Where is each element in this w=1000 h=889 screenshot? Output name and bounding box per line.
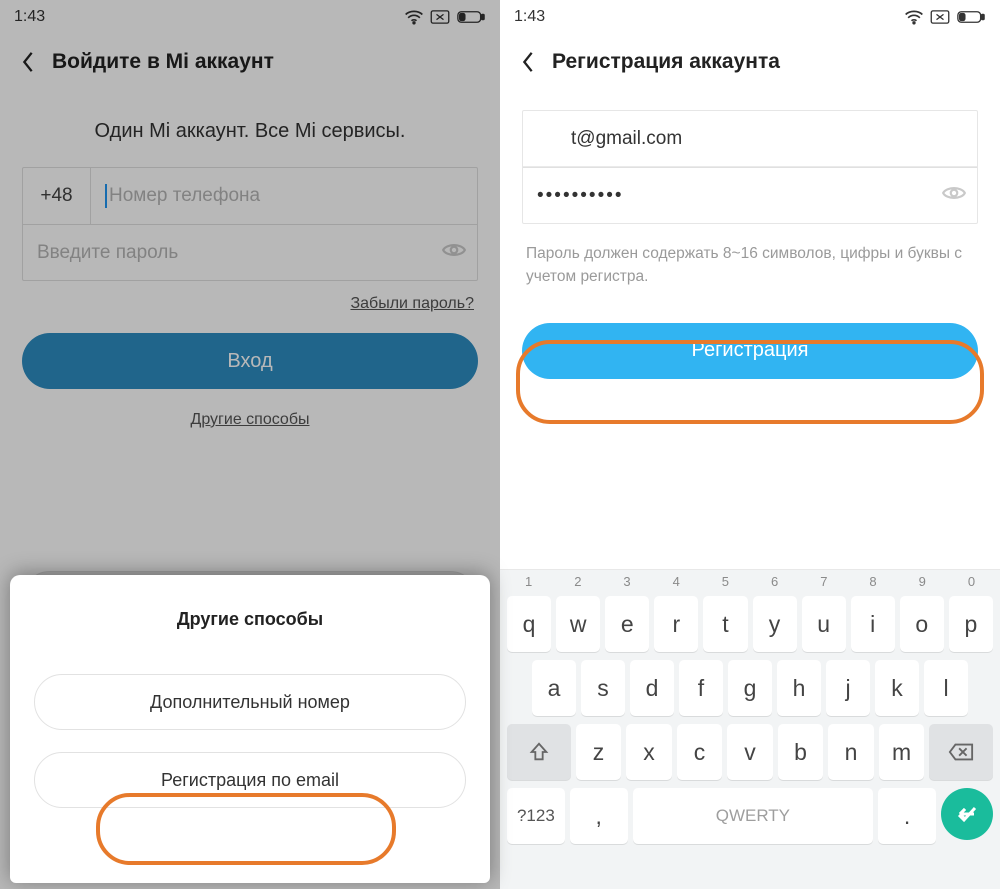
eye-icon[interactable] [431,240,477,265]
key-y[interactable]: y [753,596,797,652]
password-hint: Пароль должен содержать 8~16 символов, ц… [526,242,974,289]
key-b[interactable]: b [778,724,824,780]
key-o[interactable]: o [900,596,944,652]
login-form: +48 [22,167,478,281]
key-comma[interactable]: , [570,788,628,844]
key-v[interactable]: v [727,724,773,780]
key-q[interactable]: q [507,596,551,652]
header: Регистрация аккаунта [500,34,1000,90]
back-icon[interactable] [514,48,542,76]
phone-input[interactable] [107,185,477,207]
battery-icon [456,10,486,24]
key-r[interactable]: r [654,596,698,652]
key-symbols[interactable]: ?123 [507,788,565,844]
key-x[interactable]: x [626,724,672,780]
key-w[interactable]: w [556,596,600,652]
key-p[interactable]: p [949,596,993,652]
header: Войдите в Mi аккаунт [0,34,500,90]
back-icon[interactable] [14,48,42,76]
wifi-icon [904,9,924,25]
page-title: Регистрация аккаунта [552,50,780,74]
page-title: Войдите в Mi аккаунт [52,50,274,74]
key-g[interactable]: g [728,660,772,716]
keyboard: 1234567890 q w e r t y u i o p a s d f g… [500,569,1000,889]
key-backspace[interactable] [929,724,993,780]
wifi-icon [404,9,424,25]
battery-icon [956,10,986,24]
key-k[interactable]: k [875,660,919,716]
text-cursor [105,184,107,208]
key-z[interactable]: z [576,724,622,780]
sheet-option-email[interactable]: Регистрация по email [34,752,466,808]
bottom-sheet: Другие способы Дополнительный номер Реги… [10,575,490,883]
key-h[interactable]: h [777,660,821,716]
key-space[interactable]: QWERTY [633,788,874,844]
status-bar: 1:43 [500,0,1000,34]
keyboard-number-hints: 1234567890 [504,574,996,596]
key-shift[interactable] [507,724,571,780]
key-i[interactable]: i [851,596,895,652]
register-button[interactable]: Регистрация [522,323,978,379]
key-f[interactable]: f [679,660,723,716]
key-enter[interactable] [941,788,993,840]
sheet-title: Другие способы [34,609,466,630]
key-u[interactable]: u [802,596,846,652]
eye-icon[interactable] [931,183,977,208]
x-box-icon [430,10,450,24]
sheet-option-phone[interactable]: Дополнительный номер [34,674,466,730]
key-s[interactable]: s [581,660,625,716]
country-code[interactable]: +48 [23,168,91,224]
key-j[interactable]: j [826,660,870,716]
status-bar: 1:43 [0,0,500,34]
key-m[interactable]: m [879,724,925,780]
register-form [522,110,978,224]
key-d[interactable]: d [630,660,674,716]
password-input[interactable] [23,242,431,264]
x-box-icon [930,10,950,24]
key-l[interactable]: l [924,660,968,716]
key-a[interactable]: a [532,660,576,716]
key-dot[interactable]: . [878,788,936,844]
key-t[interactable]: t [703,596,747,652]
forgot-password-link[interactable]: Забыли пароль? [26,295,474,313]
screen-login: 1:43 Войдите в Mi аккаунт Один Mi аккаун… [0,0,500,889]
status-time: 1:43 [514,8,545,26]
key-c[interactable]: c [677,724,723,780]
email-input[interactable] [523,128,977,150]
subtitle: Один Mi аккаунт. Все Mi сервисы. [0,120,500,143]
key-e[interactable]: e [605,596,649,652]
screen-register: 1:43 Регистрация аккаунта Пароль должен … [500,0,1000,889]
status-time: 1:43 [14,8,45,26]
login-button[interactable]: Вход [22,333,478,389]
password-input[interactable] [523,185,931,207]
other-ways-link[interactable]: Другие способы [0,411,500,429]
key-n[interactable]: n [828,724,874,780]
